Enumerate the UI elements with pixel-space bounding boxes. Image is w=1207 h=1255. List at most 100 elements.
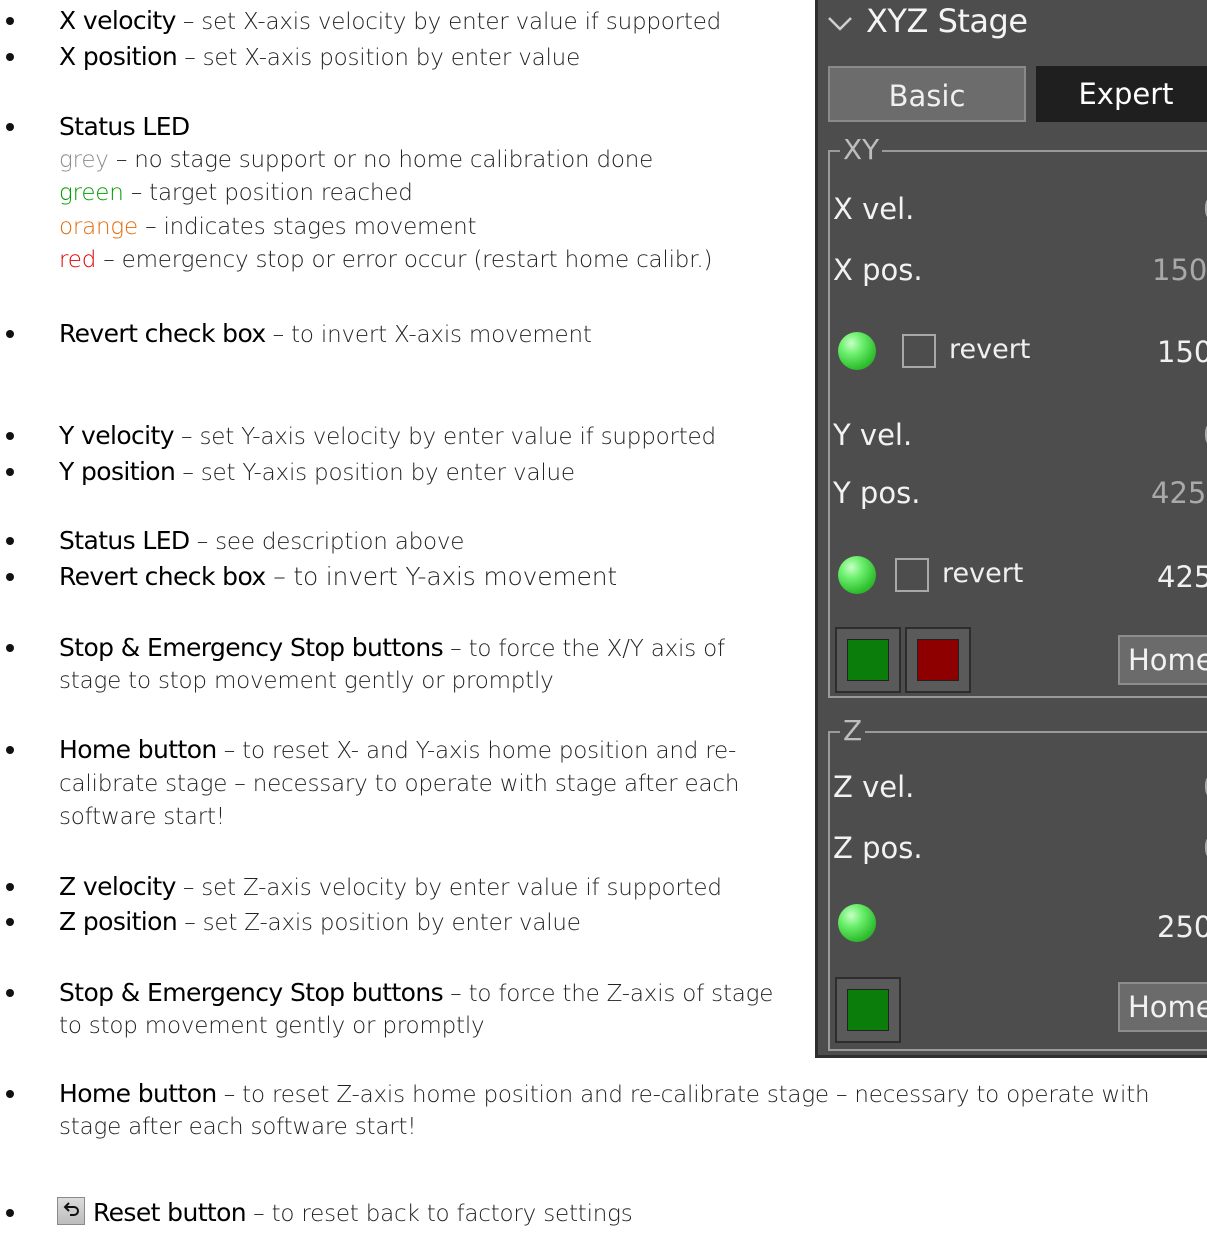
- bullet-z-velocity: Z velocity – set Z-axis velocity by ente…: [6, 870, 722, 907]
- term: Revert check box: [59, 562, 266, 591]
- panel-title: XYZ Stage: [866, 2, 1028, 40]
- x-revert-checkbox[interactable]: [902, 334, 936, 368]
- description: stage to stop movement gently or promptl…: [59, 668, 554, 694]
- grey-word: grey: [59, 147, 109, 173]
- bullet-stop-xy: Stop & Emergency Stop buttons – to force…: [6, 631, 725, 668]
- y-revert-checkbox[interactable]: [895, 558, 929, 592]
- home-xy-line-2: calibrate stage – necessary to operate w…: [59, 767, 739, 803]
- home-xy-line-3: software start!: [59, 800, 225, 836]
- z-status-led: [838, 904, 876, 942]
- x-current-position: 150: [1157, 335, 1207, 369]
- y-revert-label: revert: [942, 558, 1024, 589]
- bullet-reset: Reset button – to reset back to factory …: [6, 1196, 633, 1233]
- term: X velocity: [59, 6, 176, 35]
- x-pos-label: X pos.: [833, 253, 923, 287]
- term: Home button: [59, 1079, 217, 1108]
- term: Z velocity: [59, 872, 176, 901]
- term: Status LED: [59, 526, 190, 555]
- description: to stop movement gently or promptly: [59, 1013, 485, 1039]
- red-word: red: [59, 247, 97, 273]
- z-pos-field[interactable]: 0: [1203, 831, 1207, 865]
- description: – emergency stop or error occur (restart…: [96, 247, 713, 273]
- term: Reset button: [93, 1198, 247, 1227]
- tab-basic[interactable]: Basic: [828, 66, 1026, 122]
- description: – to force the Z-axis of stage: [443, 981, 774, 1007]
- bullet-revert-x: Revert check box – to invert X-axis move…: [6, 317, 592, 354]
- description: – to force the X/Y axis of: [443, 636, 725, 662]
- description: – to reset Z-axis home position and re-c…: [216, 1082, 1150, 1108]
- term: Home button: [59, 735, 217, 764]
- xy-emergency-stop-button[interactable]: [905, 627, 971, 693]
- term: Stop & Emergency Stop buttons: [59, 978, 444, 1007]
- term: Z position: [59, 907, 178, 936]
- z-current-position: 250: [1157, 910, 1207, 944]
- description: – set Y-axis position by enter value: [175, 460, 575, 486]
- y-vel-field[interactable]: 0: [1203, 418, 1207, 452]
- group-title: XY: [840, 135, 883, 165]
- home-z-line-2: stage after each software start!: [59, 1110, 417, 1146]
- status-led-green: green – target position reached: [59, 176, 413, 212]
- stop-indicator: [847, 639, 889, 681]
- z-pos-label: Z pos.: [833, 831, 923, 865]
- xy-stop-button[interactable]: [835, 627, 901, 693]
- description: – to invert Y-axis movement: [265, 562, 617, 591]
- x-revert-label: revert: [949, 334, 1031, 365]
- bullet-z-position: Z position – set Z-axis position by ente…: [6, 905, 581, 942]
- bullet-y-position: Y position – set Y-axis position by ente…: [6, 455, 575, 492]
- xyz-stage-panel: XYZ Stage Basic Expert XY X vel. 0 X pos…: [815, 0, 1207, 1058]
- x-pos-field[interactable]: 1500: [1152, 253, 1207, 287]
- y-status-led: [838, 556, 876, 594]
- description: software start!: [59, 804, 225, 830]
- description: – set Z-axis position by enter value: [177, 910, 581, 936]
- bullet-x-velocity: X velocity – set X-axis velocity by ente…: [5, 4, 722, 41]
- x-status-led: [838, 332, 876, 370]
- bullet-y-velocity: Y velocity – set Y-axis velocity by ente…: [6, 419, 716, 456]
- bullet-home-xy: Home button – to reset X- and Y-axis hom…: [5, 733, 736, 770]
- description: – to reset back to factory settings: [246, 1201, 633, 1227]
- description: – set Y-axis velocity by enter value if …: [173, 424, 716, 450]
- y-current-position: 425: [1157, 560, 1207, 594]
- bullet-revert-y: Revert check box – to invert Y-axis move…: [6, 560, 617, 597]
- description: – set X-axis velocity by enter value if …: [175, 9, 722, 35]
- description: – see description above: [189, 529, 465, 555]
- description: – set X-axis position by enter value: [177, 45, 581, 71]
- status-led-grey: grey – no stage support or no home calib…: [59, 143, 653, 179]
- description: stage after each software start!: [59, 1114, 417, 1140]
- bullet-status-led-y: Status LED – see description above: [5, 524, 465, 561]
- panel-header[interactable]: XYZ Stage: [818, 0, 1207, 50]
- z-vel-field[interactable]: 0: [1203, 770, 1207, 804]
- term: Revert check box: [59, 319, 266, 348]
- bullet-stop-z: Stop & Emergency Stop buttons – to force…: [5, 976, 774, 1013]
- emergency-indicator: [917, 639, 959, 681]
- z-home-button[interactable]: Home: [1118, 982, 1207, 1032]
- stop-indicator: [847, 989, 889, 1031]
- description: – set Z-axis velocity by enter value if …: [175, 875, 722, 901]
- description: calibrate stage – necessary to operate w…: [59, 771, 740, 797]
- x-vel-field[interactable]: 0: [1203, 192, 1207, 226]
- term: Status LED: [59, 112, 190, 141]
- term: X position: [59, 42, 178, 71]
- z-vel-label: Z vel.: [833, 770, 915, 804]
- green-word: green: [59, 180, 124, 206]
- bullet-x-position: X position – set X-axis position by ente…: [5, 40, 581, 77]
- status-led-orange: orange – indicates stages movement: [59, 210, 477, 246]
- y-vel-label: Y vel.: [833, 418, 913, 452]
- description: – indicates stages movement: [137, 214, 477, 240]
- z-stop-button[interactable]: [835, 977, 901, 1043]
- xy-home-button[interactable]: Home: [1118, 635, 1207, 685]
- term: Y velocity: [59, 421, 175, 450]
- status-led-red: red – emergency stop or error occur (res…: [59, 243, 712, 279]
- term: Y position: [59, 457, 176, 486]
- undo-arrow-icon: [57, 1197, 85, 1225]
- bullet-status-led: Status LED: [6, 110, 190, 147]
- term: Stop & Emergency Stop buttons: [59, 633, 444, 662]
- chevron-down-icon[interactable]: [826, 14, 854, 38]
- y-pos-label: Y pos.: [833, 476, 921, 510]
- stop-xy-line-2: stage to stop movement gently or promptl…: [59, 664, 554, 700]
- y-pos-field[interactable]: 4250: [1151, 476, 1207, 510]
- description: – target position reached: [123, 180, 413, 206]
- stop-z-line-2: to stop movement gently or promptly: [59, 1009, 485, 1045]
- tab-expert[interactable]: Expert: [1036, 66, 1207, 122]
- orange-word: orange: [59, 214, 138, 240]
- bullet-home-z: Home button – to reset Z-axis home posit…: [5, 1077, 1150, 1114]
